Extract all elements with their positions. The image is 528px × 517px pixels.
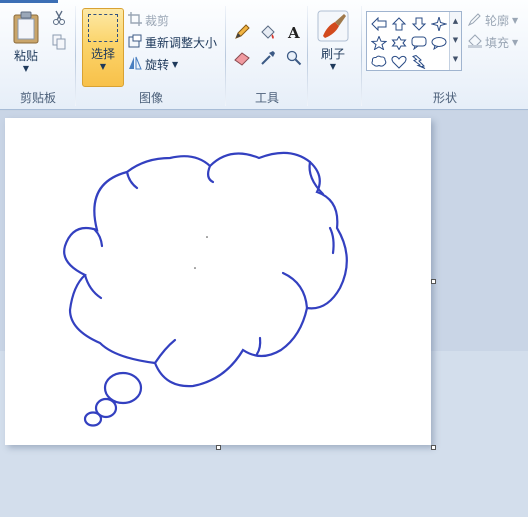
selection-icon <box>88 14 118 42</box>
fill-button[interactable]: 填充 ▼ <box>468 32 518 52</box>
eraser-icon[interactable] <box>231 47 253 69</box>
canvas-area <box>0 111 528 517</box>
scroll-up-icon[interactable]: ▲ <box>450 12 461 31</box>
chevron-down-icon: ▼ <box>512 15 519 25</box>
left-arrow-shape-icon[interactable] <box>369 14 389 33</box>
clipboard-group-label: 剪贴板 <box>19 91 56 105</box>
pencil-icon[interactable] <box>231 21 253 43</box>
crop-icon <box>128 11 142 29</box>
chevron-down-icon: ▼ <box>22 64 30 73</box>
rotate-button[interactable]: 旋转 ▼ <box>128 54 178 74</box>
four-point-star-shape-icon[interactable] <box>429 14 449 33</box>
chevron-down-icon: ▼ <box>99 62 107 71</box>
fill-label: 填充 <box>485 35 510 50</box>
copy-icon[interactable] <box>52 34 66 53</box>
chevron-down-icon: ▼ <box>512 37 519 47</box>
fill-bucket-icon <box>468 33 482 51</box>
paste-button[interactable]: 粘贴 ▼ <box>6 10 46 74</box>
magnifier-icon[interactable] <box>283 47 305 69</box>
crop-button[interactable]: 裁剪 <box>128 10 169 30</box>
heart-shape-icon[interactable] <box>389 52 409 71</box>
resize-label: 重新调整大小 <box>145 35 218 50</box>
resize-handle-bottom[interactable] <box>216 445 221 450</box>
rotate-label: 旋转 <box>145 57 170 72</box>
drawing-canvas[interactable] <box>5 118 431 445</box>
resize-button[interactable]: 重新调整大小 <box>128 32 217 52</box>
brush-icon <box>317 10 349 45</box>
cut-icon[interactable] <box>52 10 66 29</box>
tools-group-label: 工具 <box>254 91 279 105</box>
expand-gallery-icon[interactable]: ▼ <box>450 50 461 69</box>
brushes-label: 刷子 <box>320 47 345 61</box>
down-arrow-shape-icon[interactable] <box>409 14 429 33</box>
clipboard-group: 粘贴 ▼ 剪贴板 <box>0 0 76 110</box>
cloud-callout-shape-icon[interactable] <box>369 52 389 71</box>
shapes-group-label: 形状 <box>432 91 457 105</box>
resize-handle-corner[interactable] <box>431 445 436 450</box>
resize-icon <box>128 34 142 51</box>
select-button[interactable]: 选择 ▼ <box>82 8 124 87</box>
ribbon: 粘贴 ▼ 剪贴板 图像 选择 ▼ 裁剪 重新调整大小 旋转 ▼ 工具 A 刷子 … <box>0 0 528 110</box>
fill-bucket-icon[interactable] <box>257 21 279 43</box>
clipboard-icon <box>11 11 41 47</box>
scroll-down-icon[interactable]: ▼ <box>450 31 461 50</box>
tools-grid: A <box>231 21 305 69</box>
chevron-down-icon: ▼ <box>329 62 337 71</box>
rounded-callout-shape-icon[interactable] <box>409 33 429 52</box>
outline-button[interactable]: 轮廓 ▼ <box>467 10 519 30</box>
brushes-button[interactable]: 刷子 ▼ <box>312 10 354 72</box>
outline-pencil-icon <box>467 12 482 29</box>
rotate-icon <box>128 56 142 73</box>
crop-label: 裁剪 <box>145 13 170 28</box>
chevron-down-icon: ▼ <box>172 59 179 69</box>
text-icon[interactable]: A <box>283 21 305 43</box>
six-point-star-shape-icon[interactable] <box>389 33 409 52</box>
color-picker-icon[interactable] <box>257 47 279 69</box>
lightning-shape-icon[interactable] <box>409 52 429 71</box>
paste-label: 粘贴 <box>13 49 38 63</box>
svg-text:A: A <box>287 24 300 40</box>
thought-bubble-drawing <box>63 151 348 427</box>
up-arrow-shape-icon[interactable] <box>389 14 409 33</box>
oval-callout-shape-icon[interactable] <box>429 33 449 52</box>
select-label: 选择 <box>90 47 115 61</box>
resize-handle-right[interactable] <box>431 279 436 284</box>
shapes-scrollbar[interactable]: ▲ ▼ ▼ <box>449 12 461 70</box>
five-point-star-shape-icon[interactable] <box>369 33 389 52</box>
image-group-label: 图像 <box>138 91 163 105</box>
shapes-gallery[interactable]: ▲ ▼ ▼ <box>366 11 462 71</box>
outline-label: 轮廓 <box>485 13 510 28</box>
